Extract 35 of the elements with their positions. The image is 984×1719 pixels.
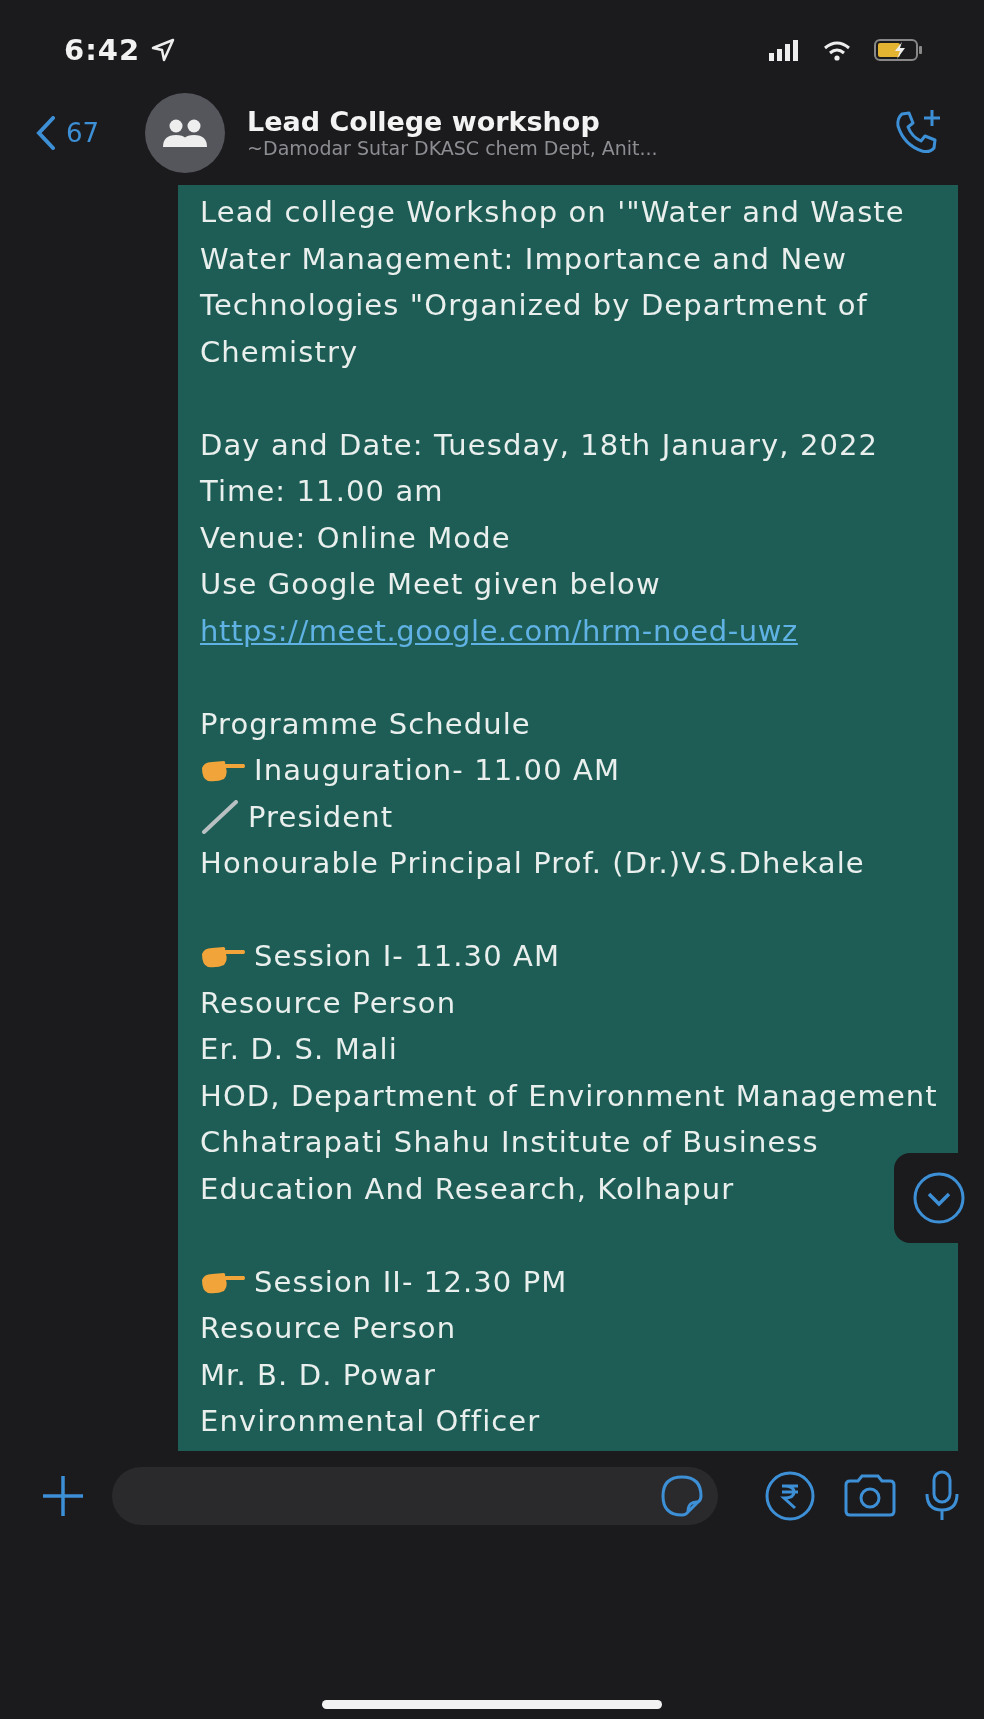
message-line: Lead college Workshop on '"Water and Waste Water Management: Importance and New Technologies "Organized by Department of Chemistry (200, 194, 906, 371)
message-line: Use Google Meet given below (200, 566, 662, 603)
message-line: Environmental Officer (200, 1403, 542, 1440)
message-line: Session II- 12.30 PM (254, 1263, 568, 1301)
back-button[interactable]: 67 (36, 115, 100, 150)
signal-icon (768, 39, 798, 61)
message-line: Day and Date: Tuesday, 18th January, 2022 (200, 426, 880, 464)
message-line: Session I- 11.30 AM (254, 938, 561, 975)
chevron-left-icon (36, 115, 56, 150)
message-line: HOD, Department of Environment Management (200, 1077, 938, 1115)
message-line: Er. D. S. Mali (200, 1031, 399, 1068)
pen-icon (200, 799, 240, 834)
message-line: Mr. B. D. Powar (200, 1356, 437, 1394)
wifi-icon (822, 39, 852, 61)
meet-link[interactable]: https://meet.google.com/hrm-noed-uwz (200, 607, 938, 654)
people-icon (162, 117, 209, 148)
sticker-icon[interactable] (660, 1473, 704, 1518)
location-arrow-icon (150, 37, 177, 63)
message-line: Programme Schedule (200, 705, 532, 743)
battery-icon (874, 38, 924, 62)
message-line: Venue: Online Mode (200, 519, 512, 557)
status-time: 6:42 (64, 33, 141, 67)
message-line: Honourable Principal Prof. (Dr.)V.S.Dhekale (200, 845, 866, 882)
chat-members: ~Damodar Sutar DKASC chem Dept, Anit... (247, 137, 659, 159)
message-line: Resource Person (200, 1310, 458, 1347)
chat-title[interactable]: Lead College workshop (247, 106, 892, 137)
message-line: Time: 11.00 am (200, 473, 445, 510)
microphone-icon[interactable] (924, 1469, 960, 1522)
chevron-down-circle-icon (912, 1170, 966, 1225)
message-line: President (248, 798, 394, 836)
camera-icon[interactable] (842, 1472, 898, 1519)
message-line: Resource Person (200, 984, 458, 1022)
rupee-icon[interactable] (764, 1469, 816, 1522)
message-line: Inauguration- 11.00 AM (254, 752, 621, 789)
message-line: Chhatrapati Shahu Institute of Business Education And Research, Kolhapur (200, 1124, 820, 1208)
